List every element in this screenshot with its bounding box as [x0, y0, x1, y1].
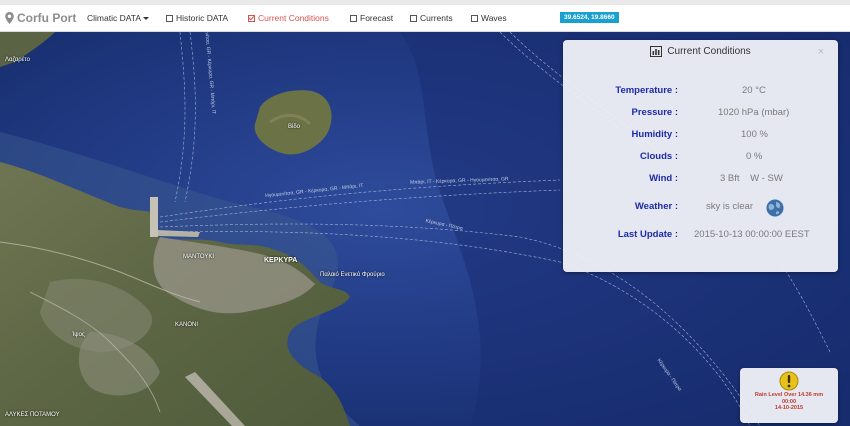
row-temperature: Temperature : 20 °C [563, 85, 838, 99]
nav-waves-label: Waves [481, 13, 507, 23]
map-label-bottom-left: ΑΛΥΚΕΣ ΠΟΤΑΜΟΥ [5, 412, 60, 418]
row-wind: Wind : 3 Bft W - SW [563, 173, 838, 187]
label-humidity: Humidity : [631, 129, 678, 140]
row-humidity: Humidity : 100 % [563, 129, 838, 143]
value-pressure: 1020 hPa (mbar) [718, 107, 790, 118]
nav-currents-label: Currents [420, 13, 453, 23]
label-pressure: Pressure : [631, 107, 678, 118]
map-label-old-fortress: Παλαιό Ενετικό Φρούριο [320, 272, 385, 278]
label-weather: Weather : [634, 201, 678, 212]
rain-level-alert[interactable]: Rain Level Over 14.36 mm 00:00 14-10-201… [740, 368, 838, 423]
nav-historic-data[interactable]: Historic DATA [166, 13, 228, 23]
nav-forecast[interactable]: Forecast [350, 13, 393, 23]
row-pressure: Pressure : 1020 hPa (mbar) [563, 107, 838, 121]
rain-alert-line3: 14-10-2015 [774, 405, 804, 411]
row-clouds: Clouds : 0 % [563, 151, 838, 165]
checkbox-icon [350, 14, 357, 22]
nav-waves[interactable]: Waves [471, 13, 507, 23]
close-button[interactable]: × [818, 46, 824, 58]
brand-name: Corfu Port [17, 11, 77, 25]
nav-forecast-label: Forecast [360, 13, 394, 23]
checked-checkbox-icon [248, 14, 255, 22]
globe-icon [765, 198, 785, 218]
panel-title: Current Conditions [667, 46, 751, 57]
top-navbar: Corfu Port Climatic DATA Historic DATA C… [0, 0, 850, 32]
coordinates-badge: 39.6524, 19.8660 [560, 12, 619, 23]
checkbox-icon [410, 14, 417, 22]
value-clouds: 0 % [746, 151, 763, 162]
value-humidity: 100 % [741, 129, 768, 140]
map-label-lazaretto: Λαζαρέτο [5, 57, 30, 63]
checkbox-icon [471, 14, 478, 22]
value-last-update: 2015-10-13 00:00:00 EEST [694, 229, 810, 240]
nav-current-conditions-label: Current Conditions [258, 13, 329, 23]
row-weather: Weather : sky is clear [563, 198, 838, 218]
caret-down-icon [143, 16, 149, 20]
label-temperature: Temperature : [615, 85, 678, 96]
value-temperature: 20 °C [742, 85, 766, 96]
nav-historic-data-label: Historic DATA [176, 13, 229, 23]
nav-current-conditions[interactable]: Current Conditions [248, 13, 329, 23]
map-label-mantouki: ΜΑΝΤΟΥΚΙ [183, 254, 215, 260]
nav-climatic-data-dropdown[interactable]: Climatic DATA [87, 13, 149, 23]
bar-chart-icon [650, 46, 663, 57]
current-conditions-panel: Current Conditions × Temperature : 20 °C… [563, 40, 838, 272]
value-weather: sky is clear [706, 201, 753, 212]
warning-icon [779, 371, 799, 391]
map-label-ipsos: Ίψος [72, 332, 85, 338]
rain-alert-text: Rain Level Over 14.36 mm 00:00 14-10-201… [740, 392, 838, 412]
label-last-update: Last Update : [617, 229, 678, 240]
value-wind: 3 Bft W - SW [720, 173, 783, 184]
map-label-kanoni: ΚΑΝΟΝΙ [175, 322, 199, 328]
port-pier [150, 197, 158, 237]
nav-currents[interactable]: Currents [410, 13, 453, 23]
map-label-kerkyra: ΚΕΡΚΥΡΑ [264, 257, 298, 264]
map-label-vido: Βίδο [288, 124, 301, 130]
row-last-update: Last Update : 2015-10-13 00:00:00 EEST [563, 229, 838, 243]
panel-header: Current Conditions [563, 46, 838, 57]
nav-climatic-data-label: Climatic DATA [87, 13, 141, 23]
label-clouds: Clouds : [640, 151, 678, 162]
brand[interactable]: Corfu Port [5, 11, 85, 25]
map-pin-icon [5, 12, 14, 24]
label-wind: Wind : [649, 173, 678, 184]
checkbox-icon [166, 14, 173, 22]
